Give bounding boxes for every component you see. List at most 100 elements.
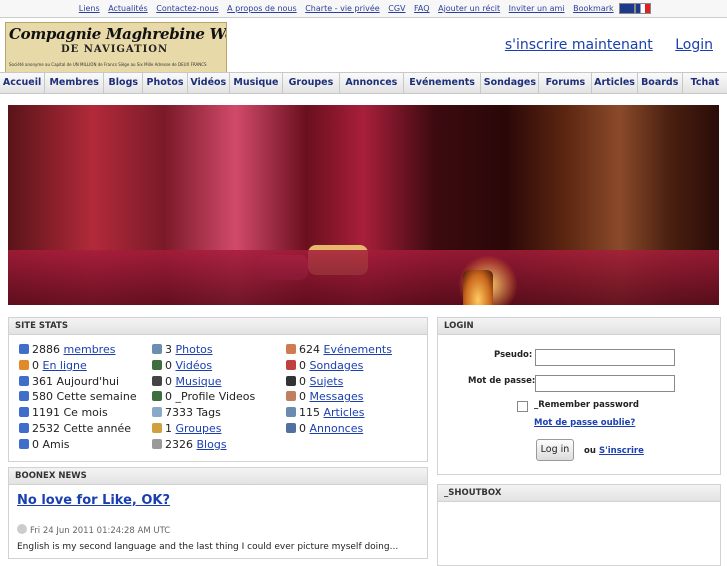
login-link[interactable]: Login <box>675 37 713 53</box>
login-button[interactable]: Log in <box>536 439 574 461</box>
news-title: BOONEX NEWS <box>9 468 427 485</box>
stat-item: 580 Cette semaine <box>19 390 137 403</box>
stat-item[interactable]: 0 Vidéos <box>152 359 212 372</box>
stat-count: 7333 <box>165 406 193 420</box>
stat-label[interactable]: Photos <box>176 343 213 356</box>
shoutbox-title: _SHOUTBOX <box>438 485 720 502</box>
stat-label[interactable]: Vidéos <box>176 359 213 372</box>
tag-icon <box>152 407 162 418</box>
stat-item[interactable]: 0 Sondages <box>286 359 363 372</box>
menu-membres[interactable]: Membres <box>45 73 105 93</box>
blog-icon <box>152 438 162 449</box>
stat-item[interactable]: 0 En ligne <box>19 359 87 372</box>
news-excerpt: English is my second language and the la… <box>17 542 399 552</box>
login-title: LOGIN <box>438 318 720 335</box>
stat-label[interactable]: Blogs <box>197 438 227 451</box>
user-icon <box>19 407 29 418</box>
stat-count: 0 <box>299 422 306 435</box>
menu-blogs[interactable]: Blogs <box>104 73 144 93</box>
login-panel: LOGIN Pseudo: Mot de passe: _Remember pa… <box>437 317 721 475</box>
toplink-privacy[interactable]: Charte - vie privée <box>305 4 379 13</box>
stat-item[interactable]: 0 Sujets <box>286 375 343 388</box>
stat-item: 2532 Cette année <box>19 422 131 435</box>
toplink-invite[interactable]: Inviter un ami <box>509 4 565 13</box>
forgot-password-link[interactable]: Mot de passe oublie? <box>534 418 635 428</box>
stat-count: 0 <box>32 437 39 451</box>
menu-accueil[interactable]: Accueil <box>0 73 46 93</box>
stat-count: 361 <box>32 374 53 388</box>
stat-count: 0 <box>165 374 172 388</box>
stat-item[interactable]: 1 Groupes <box>152 422 222 435</box>
menu-articles[interactable]: Articles <box>592 73 638 93</box>
pseudo-input[interactable] <box>535 349 675 366</box>
menu-annonces[interactable]: Annonces <box>340 73 404 93</box>
menu-boards[interactable]: Boards <box>638 73 683 93</box>
menu-evenements[interactable]: Evénements <box>404 73 482 93</box>
news-panel: BOONEX NEWS No love for Like, OK? Fri 24… <box>8 467 428 559</box>
toplink-actualites[interactable]: Actualités <box>108 4 148 13</box>
photo-icon <box>152 344 162 354</box>
stat-item[interactable]: 2326 Blogs <box>152 438 227 451</box>
register-now-link[interactable]: s'inscrire maintenant <box>505 37 653 53</box>
user-icon <box>19 438 29 449</box>
stat-label[interactable]: Sondages <box>310 359 364 372</box>
stat-count: 624 <box>299 343 320 356</box>
user-icon <box>19 423 29 433</box>
stat-label[interactable]: Articles <box>324 406 365 419</box>
site-stats-title: SITE STATS <box>9 318 427 335</box>
menu-forums[interactable]: Forums <box>539 73 593 93</box>
stat-item[interactable]: 3 Photos <box>152 343 213 356</box>
menu-sondages[interactable]: Sondages <box>481 73 540 93</box>
banner-lamp <box>463 270 493 305</box>
menu-musique[interactable]: Musique <box>230 73 283 93</box>
toplink-add-story[interactable]: Ajouter un récit <box>438 4 500 13</box>
toplink-cgv[interactable]: CGV <box>388 4 405 13</box>
password-label: Mot de passe: <box>468 376 536 386</box>
pseudo-label: Pseudo: <box>494 350 533 360</box>
stat-item: 1191 Ce mois <box>19 406 108 419</box>
menu-videos[interactable]: Vidéos <box>188 73 230 93</box>
stat-item[interactable]: 0 Messages <box>286 390 363 403</box>
poll-icon <box>286 359 296 370</box>
news-headline-link[interactable]: No love for Like, OK? <box>17 493 170 508</box>
stat-count: 0 <box>299 358 306 372</box>
site-logo[interactable]: Compagnie Maghrebine Wechwech DE NAVIGAT… <box>5 22 227 74</box>
stat-label[interactable]: Musique <box>176 375 222 388</box>
toplink-bookmark[interactable]: Bookmark <box>573 4 614 13</box>
stat-label: Aujourd'hui <box>56 374 120 388</box>
menu-photos[interactable]: Photos <box>143 73 188 93</box>
stat-label[interactable]: Annonces <box>310 422 364 435</box>
logo-line-1: Compagnie Maghrebine Wechwech <box>9 25 226 43</box>
stat-count: 0 <box>299 374 306 388</box>
uk-flag-icon[interactable] <box>619 3 636 14</box>
remember-checkbox[interactable] <box>517 401 528 412</box>
article-icon <box>286 407 296 418</box>
stat-item: 361 Aujourd'hui <box>19 375 119 388</box>
remember-label: _Remember password <box>534 400 639 410</box>
stat-item[interactable]: 624 Evénements <box>286 343 392 356</box>
password-input[interactable] <box>535 375 675 392</box>
register-link[interactable]: S'inscrire <box>599 446 644 456</box>
stat-label[interactable]: Messages <box>310 390 364 403</box>
stat-item[interactable]: 2886 membres <box>19 343 115 356</box>
stat-label[interactable]: Groupes <box>176 422 222 435</box>
toplink-contact[interactable]: Contactez-nous <box>156 4 218 13</box>
stat-label[interactable]: membres <box>64 343 116 356</box>
toplink-liens[interactable]: Liens <box>79 4 100 13</box>
stat-label[interactable]: En ligne <box>43 359 87 372</box>
menu-tchat[interactable]: Tchat <box>683 73 727 93</box>
clock-icon <box>17 524 27 534</box>
stat-label: Ce mois <box>63 406 108 420</box>
stat-label[interactable]: Sujets <box>310 375 344 388</box>
fr-flag-icon[interactable] <box>635 3 652 14</box>
stat-label[interactable]: Evénements <box>324 343 392 356</box>
shoutbox-panel: _SHOUTBOX <box>437 484 721 566</box>
toplink-faq[interactable]: FAQ <box>414 4 430 13</box>
logo-line-3: Société anonyme au Capital de UN MILLION… <box>9 62 207 67</box>
toplink-about[interactable]: A propos de nous <box>227 4 297 13</box>
stat-item[interactable]: 0 Annonces <box>286 422 363 435</box>
main-menu: Accueil Membres Blogs Photos Vidéos Musi… <box>0 72 727 94</box>
stat-item[interactable]: 115 Articles <box>286 406 365 419</box>
stat-item[interactable]: 0 Musique <box>152 375 221 388</box>
menu-groupes[interactable]: Groupes <box>283 73 340 93</box>
